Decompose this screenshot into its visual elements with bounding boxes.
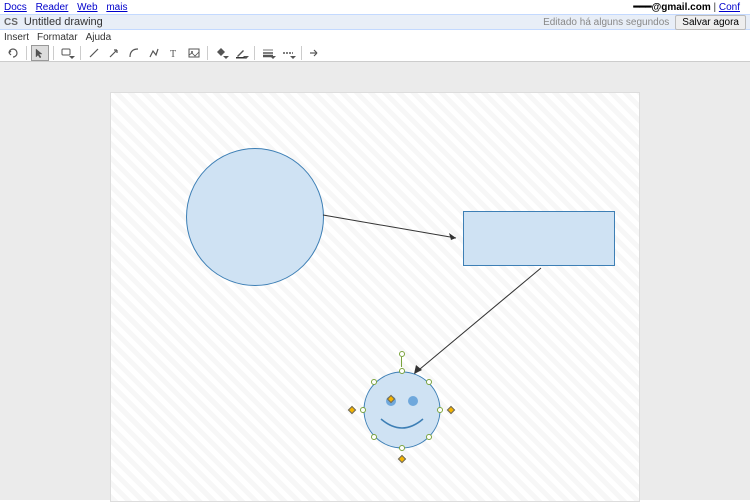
nav-link-config[interactable]: Conf <box>719 2 740 13</box>
line-color-button[interactable] <box>232 45 250 61</box>
arrow-end-button[interactable] <box>306 45 324 61</box>
resize-handle-ne[interactable] <box>426 379 432 385</box>
line-dash-button[interactable] <box>279 45 297 61</box>
shape-rectangle[interactable] <box>463 211 615 266</box>
adjust-handle-3[interactable] <box>398 455 406 463</box>
document-title[interactable]: Untitled drawing <box>24 16 103 28</box>
line-width-button[interactable] <box>259 45 277 61</box>
nav-link-web[interactable]: Web <box>77 2 97 13</box>
adjust-handle-2[interactable] <box>447 406 455 414</box>
undo-button[interactable] <box>4 45 22 61</box>
adjust-handle-1[interactable] <box>348 406 356 414</box>
resize-handle-n[interactable] <box>399 368 405 374</box>
drawing-canvas[interactable] <box>110 92 640 502</box>
curve-tool[interactable] <box>125 45 143 61</box>
nav-link-reader[interactable]: Reader <box>36 2 69 13</box>
app-logo: CS <box>4 17 18 28</box>
resize-handle-se[interactable] <box>426 434 432 440</box>
shape-circle[interactable] <box>186 148 324 286</box>
top-nav-bar: Docs Reader Web mais ━━━@gmail.com | Con… <box>0 0 750 14</box>
arrow-connector-1[interactable] <box>321 213 466 243</box>
shape-smiley[interactable] <box>363 371 441 449</box>
image-tool[interactable] <box>185 45 203 61</box>
resize-handle-nw[interactable] <box>371 379 377 385</box>
save-status: Editado há alguns segundos <box>543 17 669 28</box>
arrow-connector-2[interactable] <box>406 266 546 381</box>
resize-handle-w[interactable] <box>360 407 366 413</box>
fill-color-button[interactable] <box>212 45 230 61</box>
header-bar: CS Untitled drawing Editado há alguns se… <box>0 14 750 30</box>
save-button[interactable]: Salvar agora <box>675 15 746 30</box>
menu-insert[interactable]: Insert <box>4 32 29 43</box>
shape-tool[interactable] <box>58 45 76 61</box>
menu-format[interactable]: Formatar <box>37 32 78 43</box>
rotation-handle[interactable] <box>399 351 405 357</box>
nav-link-docs[interactable]: Docs <box>4 2 27 13</box>
resize-handle-e[interactable] <box>437 407 443 413</box>
svg-text:T: T <box>170 49 176 59</box>
user-email: ━━━@gmail.com <box>633 2 710 13</box>
toolbar: T <box>0 44 750 62</box>
canvas-area <box>0 62 750 500</box>
menu-bar: Insert Formatar Ajuda <box>0 30 750 44</box>
select-tool[interactable] <box>31 45 49 61</box>
resize-handle-sw[interactable] <box>371 434 377 440</box>
line-tool[interactable] <box>85 45 103 61</box>
menu-help[interactable]: Ajuda <box>86 32 112 43</box>
arrow-tool[interactable] <box>105 45 123 61</box>
polyline-tool[interactable] <box>145 45 163 61</box>
textbox-tool[interactable]: T <box>165 45 183 61</box>
resize-handle-s[interactable] <box>399 445 405 451</box>
nav-link-more[interactable]: mais <box>106 2 127 13</box>
